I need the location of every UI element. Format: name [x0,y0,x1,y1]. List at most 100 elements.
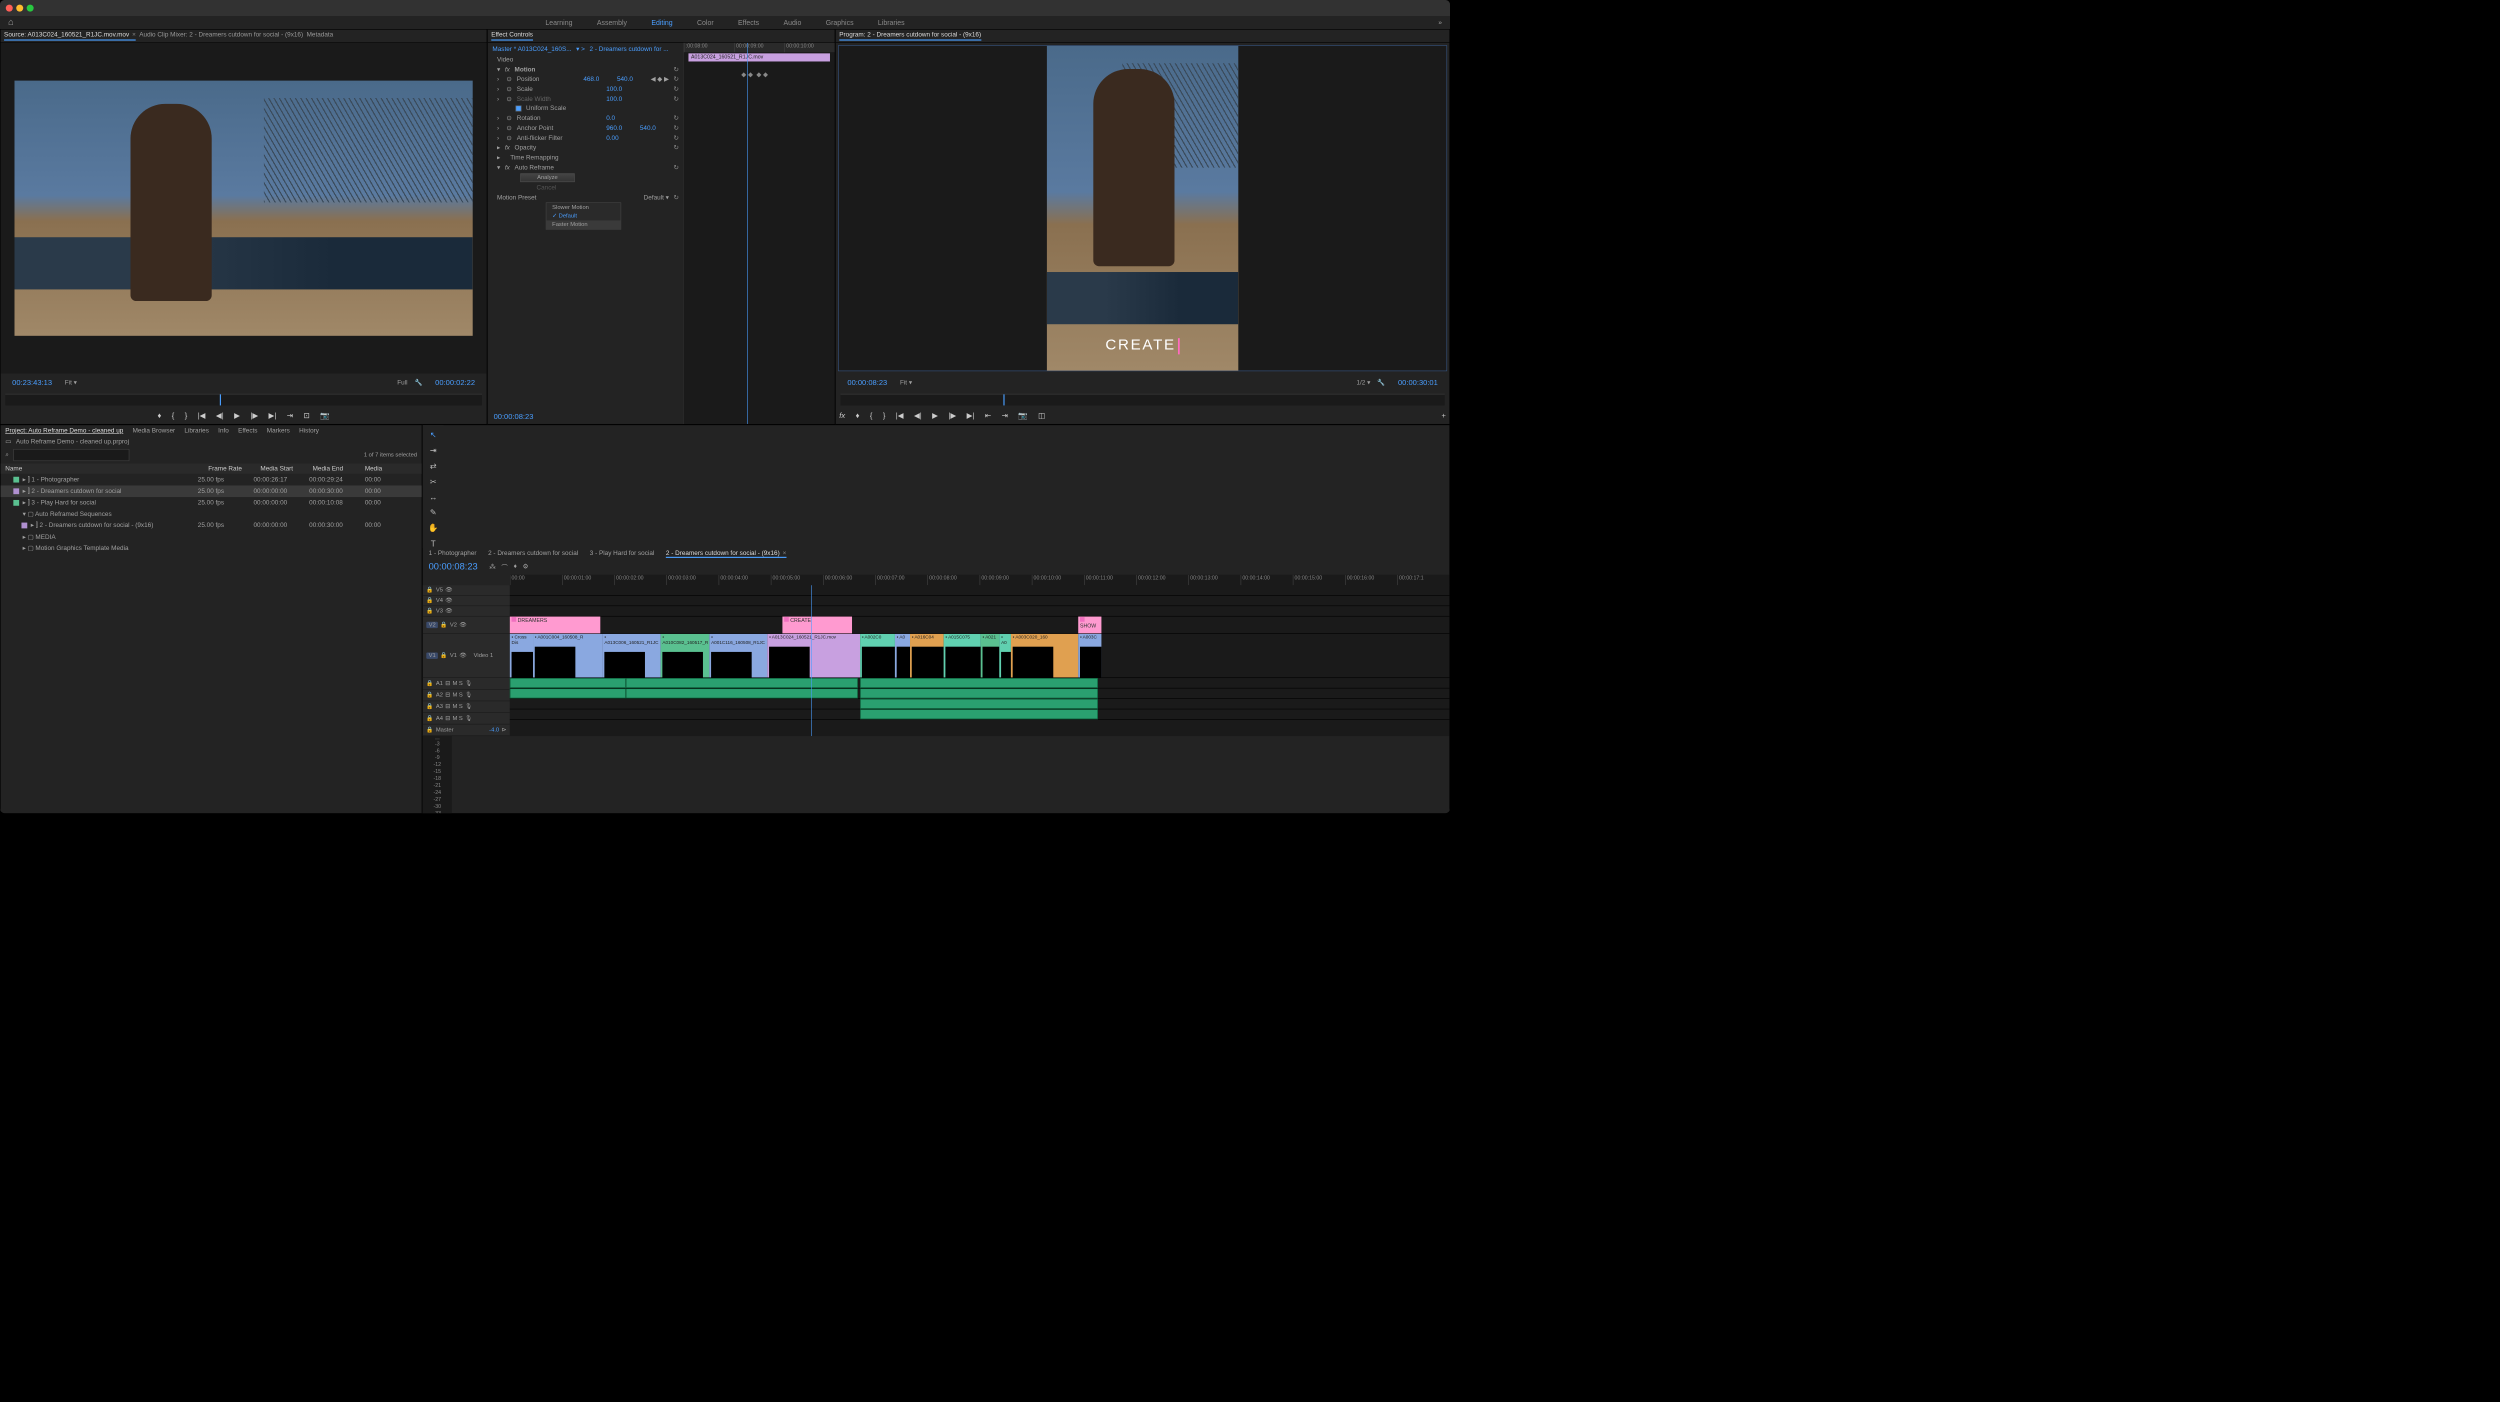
auto-reframe-effect[interactable]: Auto Reframe [515,164,554,171]
efx-seq[interactable]: 2 - Dreamers cutdown for ... [590,46,669,53]
close-window[interactable] [6,5,13,12]
step-back-icon[interactable]: ◀| [914,411,922,420]
program-tc[interactable]: 00:00:08:23 [842,375,893,391]
project-item[interactable]: ▸ ⫿ 3 - Play Hard for social25.00 fps00:… [1,497,422,509]
goto-out-icon[interactable]: ▶| [967,411,975,420]
sequence-tab[interactable]: 3 - Play Hard for social [590,550,655,558]
hand-tool-icon[interactable]: ✋ [428,523,438,533]
audio-mixer-tab[interactable]: Audio Clip Mixer: 2 - Dreamers cutdown f… [139,31,303,40]
track-target[interactable]: V5 [436,587,443,593]
goto-in-icon[interactable]: |◀ [198,411,206,420]
opacity-effect[interactable]: Opacity [515,144,537,151]
wrench-icon[interactable]: 🔧 [1377,379,1385,387]
in-icon[interactable]: { [172,411,175,420]
project-item[interactable]: ▸ ▢ Motion Graphics Template Media [1,542,422,553]
project-tab-5[interactable]: Markers [267,427,290,434]
source-patch[interactable]: V1 [426,653,438,659]
timeline-clip[interactable]: ▪ A003C [1078,634,1101,678]
workspace-effects[interactable]: Effects [738,19,759,27]
compare-icon[interactable]: ◫ [1038,411,1045,420]
audio-clip[interactable] [860,678,1098,688]
step-fwd-icon[interactable]: |▶ [250,411,258,420]
project-item[interactable]: ▸ ⫿ 1 - Photographer25.00 fps00:00:26:17… [1,474,422,486]
marker-icon[interactable]: ♦ [158,411,162,420]
workspace-graphics[interactable]: Graphics [826,19,854,27]
overflow-icon[interactable]: » [1438,19,1442,26]
audio-clip[interactable] [860,688,1098,698]
audio-clip[interactable] [860,699,1098,709]
ripple-tool-icon[interactable]: ⇄ [430,461,437,471]
timeline-clip[interactable]: ▪ A002C0 [860,634,895,678]
play-icon[interactable]: ▶ [932,411,938,420]
timeline-clip[interactable]: ▪ A016C04 [910,634,944,678]
source-zoom[interactable]: Fit ▾ [65,379,77,387]
source-patch[interactable]: V2 [426,622,438,628]
track-target[interactable]: V1 [450,653,457,659]
step-back-icon[interactable]: ◀| [216,411,224,420]
timeline-clip[interactable]: ▪ A013C006_160521_R1JC [603,634,661,678]
source-in-tc[interactable]: 00:23:43:13 [6,375,57,391]
timeline-clip[interactable]: CREATE [782,617,852,634]
in-icon[interactable]: { [870,411,873,420]
project-item[interactable]: ▸ ⫿ 2 - Dreamers cutdown for social - (9… [1,520,422,532]
timeline-clip[interactable]: ▪ A015C075 [944,634,981,678]
program-scrubber[interactable] [840,394,1444,406]
efx-master[interactable]: Master * A013C024_160S... [492,46,571,53]
workspace-audio[interactable]: Audio [784,19,802,27]
snap-icon[interactable]: ⁂ [489,563,495,572]
insert-icon[interactable]: ⇥ [287,411,293,420]
uniform-scale-checkbox[interactable] [516,106,522,112]
slip-tool-icon[interactable]: ↔ [429,492,437,501]
timeline-clip[interactable]: ▪ A010C082_160517_R [661,634,710,678]
timeline-clip[interactable]: ▪ A0 [999,634,1011,678]
add-button-icon[interactable]: + [1442,411,1446,420]
track-target[interactable]: A1 [436,680,443,686]
project-tab-4[interactable]: Effects [238,427,257,434]
maximize-window[interactable] [27,5,34,12]
sequence-tab[interactable]: 2 - Dreamers cutdown for social - (9x16)… [666,550,786,558]
track-target[interactable]: V2 [450,622,457,628]
audio-clip[interactable] [626,678,858,688]
goto-in-icon[interactable]: |◀ [896,411,904,420]
extract-icon[interactable]: ⇥ [1002,411,1008,420]
fx-icon[interactable]: fx [839,411,845,420]
param-anti-flicker-filter[interactable]: Anti-flicker Filter [517,134,602,141]
track-target[interactable]: V3 [436,608,443,614]
param-position[interactable]: Position [517,76,579,83]
audio-clip[interactable] [510,678,626,688]
timeline-clip[interactable]: ▪ A003C020_160 [1011,634,1078,678]
timeline-tc[interactable]: 00:00:08:23 [423,560,484,575]
home-icon[interactable]: ⌂ [8,17,14,27]
lift-icon[interactable]: ⇤ [985,411,991,420]
timeline-clip[interactable]: ▪ Cross Dis [510,634,533,678]
project-tab-6[interactable]: History [299,427,319,434]
timeline-clip[interactable]: ▪ A021 [981,634,1000,678]
efx-playhead[interactable] [747,43,748,424]
source-scrubber[interactable] [5,394,482,406]
project-columns[interactable]: Name Frame Rate Media Start Media End Me… [1,463,422,473]
overwrite-icon[interactable]: ⊡ [304,411,310,420]
workspace-libraries[interactable]: Libraries [878,19,905,27]
settings-icon[interactable]: ⚙ [523,563,529,572]
timeline-clip[interactable]: ▪ A001C116_160508_R1JC [709,634,767,678]
timeline-clip[interactable]: ▪ A001C004_160508_R [533,634,603,678]
source-res[interactable]: Full [397,379,407,386]
minimize-window[interactable] [16,5,23,12]
preset-option-default[interactable]: ✓ Default [546,212,620,221]
analyze-button[interactable]: Analyze [520,173,574,182]
timeline-playhead[interactable] [811,585,812,736]
marker-icon[interactable]: ♦ [514,563,517,572]
timeline-clip[interactable]: ▪ A013C024_160521_R1JC.mov [767,634,860,678]
out-icon[interactable]: } [883,411,886,420]
export-frame-icon[interactable]: 📷 [1018,411,1027,420]
program-zoom[interactable]: Fit ▾ [900,379,912,387]
effect-controls-tab[interactable]: Effect Controls [491,31,533,40]
close-icon[interactable]: × [132,31,136,38]
motion-effect[interactable]: Motion [515,66,536,73]
project-item[interactable]: ▸ ⫿ 2 - Dreamers cutdown for social25.00… [1,485,422,497]
timeline-clip[interactable]: DREAMERS [510,617,600,634]
audio-clip[interactable] [860,709,1098,719]
program-tab[interactable]: Program: 2 - Dreamers cutdown for social… [839,31,981,40]
motion-preset-value[interactable]: Default ▾ [644,194,669,202]
track-target[interactable]: V4 [436,597,443,603]
